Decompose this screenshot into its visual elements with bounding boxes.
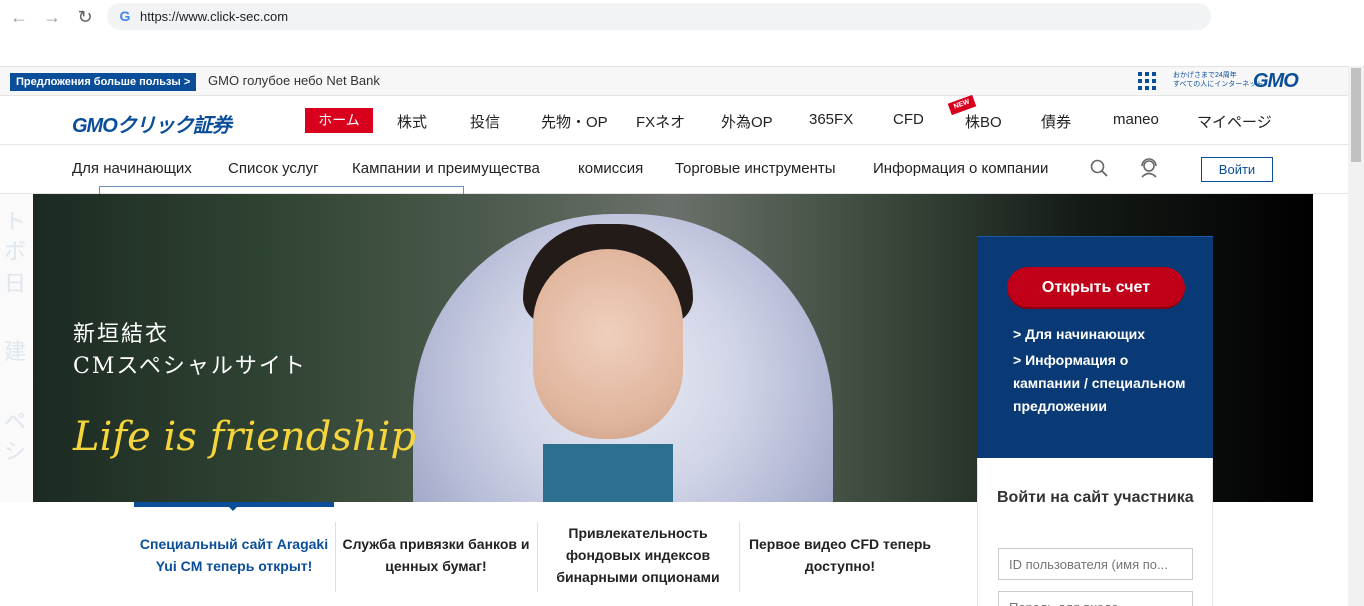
- nav-funds[interactable]: 投信: [470, 111, 500, 132]
- back-arrow-icon[interactable]: ←: [9, 7, 29, 27]
- forward-arrow-icon[interactable]: →: [42, 7, 62, 27]
- url-text[interactable]: https://www.click-sec.com: [140, 9, 288, 24]
- feature-bank-link[interactable]: Служба привязки банков и ценных бумаг!: [336, 502, 536, 606]
- top-strip: Предложения больше пользы > GMO голубое …: [0, 67, 1348, 96]
- gmo-tagline-2: すべての人にインターネット: [1173, 81, 1264, 88]
- previous-slide-peek[interactable]: ト ボ 日 建 ペ シ: [0, 194, 33, 502]
- nav-fx-neo[interactable]: FXネオ: [636, 111, 685, 132]
- main-nav: GMOクリック証券 ホーム 株式 投信 先物・OP FXネオ 外為OP 365F…: [0, 94, 1348, 145]
- ghost-glyph: ペ: [4, 409, 27, 434]
- hero-title: 新垣結衣 CMスペシャルサイト: [73, 319, 307, 383]
- browser-toolbar: ← → ↻ G https://www.click-sec.com: [0, 0, 1364, 33]
- account-panel: Открыть счет > Для начинающих > Информац…: [977, 236, 1213, 458]
- subnav-tools[interactable]: Торговые инструменты: [675, 160, 836, 177]
- dropdown-edge: [99, 186, 464, 194]
- hero-title-line1: 新垣結衣: [73, 322, 170, 347]
- support-icon[interactable]: [1139, 158, 1159, 178]
- subnav-beginners[interactable]: Для начинающих: [72, 160, 192, 177]
- hero-photo-face: [533, 249, 683, 439]
- nav-home[interactable]: ホーム: [305, 108, 373, 133]
- ghost-glyph: 日: [4, 271, 27, 296]
- page-scrollbar[interactable]: [1348, 66, 1364, 606]
- subnav-company[interactable]: Информация о компании: [873, 160, 1048, 177]
- google-icon: G: [119, 8, 131, 24]
- gmo-tagline-1: おかげさまで24周年: [1173, 72, 1237, 79]
- nav-maneo[interactable]: maneo: [1113, 111, 1159, 128]
- ghost-glyph: ボ: [4, 239, 27, 264]
- feature-strip: Специальный сайт Aragaki Yui CM теперь о…: [0, 502, 960, 606]
- promo-link[interactable]: GMO голубое небо Net Bank: [208, 73, 380, 88]
- grid-menu-icon[interactable]: [1138, 72, 1158, 92]
- member-login-title: Войти на сайт участника: [997, 489, 1194, 506]
- nav-bonds[interactable]: 債券: [1041, 111, 1071, 132]
- reload-icon[interactable]: ↻: [75, 7, 95, 27]
- promo-badge[interactable]: Предложения больше пользы >: [10, 73, 197, 91]
- nav-stocks[interactable]: 株式: [397, 111, 427, 132]
- subnav-campaigns[interactable]: Кампании и преимущества: [352, 160, 540, 177]
- beginners-link[interactable]: > Для начинающих: [1013, 323, 1145, 346]
- scrollbar-thumb[interactable]: [1351, 68, 1361, 162]
- subnav-fees[interactable]: комиссия: [578, 160, 643, 177]
- feature-binary-options[interactable]: Привлекательность фондовых индексов бина…: [538, 502, 738, 606]
- site-logo[interactable]: GMOクリック証券: [72, 109, 232, 138]
- open-account-button[interactable]: Открыть счет: [1007, 267, 1185, 309]
- user-id-input[interactable]: [998, 548, 1193, 580]
- gmo-logo[interactable]: GMO: [1253, 70, 1299, 93]
- feature-cfd-video[interactable]: Первое видео CFD теперь доступно!: [740, 502, 940, 606]
- password-input[interactable]: [998, 591, 1193, 606]
- nav-stock-bo[interactable]: 株BO: [965, 111, 1002, 132]
- nav-cfd[interactable]: CFD: [893, 111, 924, 128]
- feature-aragaki-cm[interactable]: Специальный сайт Aragaki Yui CM теперь о…: [134, 502, 334, 606]
- ghost-glyph: ト: [4, 209, 27, 234]
- nav-fx-op[interactable]: 外為OP: [721, 111, 773, 132]
- subnav-services[interactable]: Список услуг: [228, 160, 319, 177]
- nav-mypage[interactable]: マイページ: [1197, 111, 1272, 132]
- ghost-glyph: シ: [4, 439, 27, 464]
- hero-script: Life is friendship: [73, 414, 417, 460]
- gmo-tagline: おかげさまで24周年 すべての人にインターネット: [1173, 71, 1263, 89]
- address-bar[interactable]: G https://www.click-sec.com: [107, 3, 1211, 30]
- hero-title-line2: CMスペシャルサイト: [73, 354, 307, 379]
- ghost-glyph: 建: [4, 339, 27, 364]
- nav-futures-op[interactable]: 先物・OP: [541, 111, 608, 132]
- campaign-info-link[interactable]: > Информация о кампании / специальном пр…: [1013, 349, 1193, 418]
- nav-365fx[interactable]: 365FX: [809, 111, 853, 128]
- login-button[interactable]: Войти: [1201, 157, 1273, 182]
- member-login-panel: Войти на сайт участника: [977, 458, 1213, 606]
- hero-photo-shirt: [543, 444, 673, 502]
- search-icon[interactable]: [1090, 159, 1108, 177]
- web-page: Предложения больше пользы > GMO голубое …: [0, 66, 1348, 606]
